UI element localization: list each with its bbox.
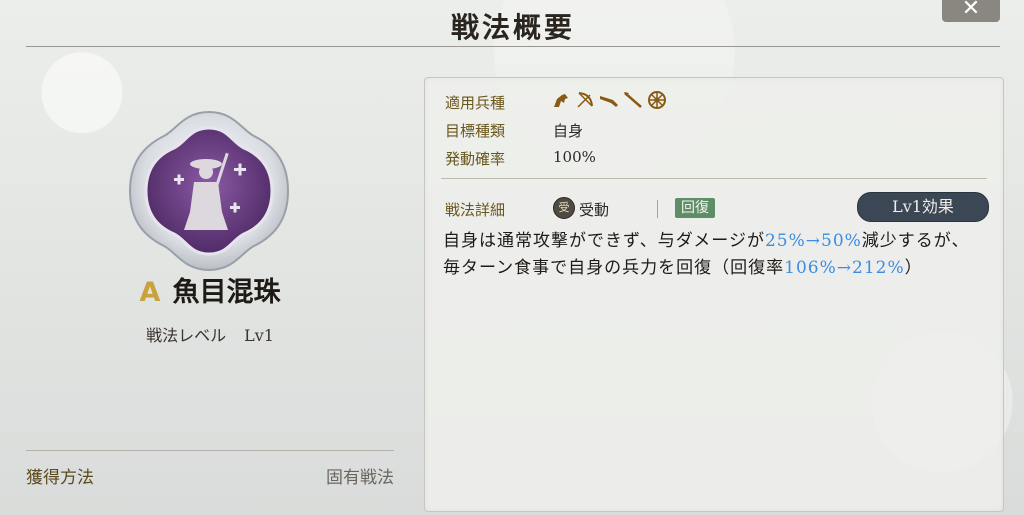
unit-icons bbox=[551, 90, 667, 110]
separator bbox=[657, 200, 658, 218]
detail-label: 戦法詳細 bbox=[445, 201, 506, 219]
chance-value: 100% bbox=[553, 148, 596, 166]
skill-emblem-icon bbox=[128, 110, 290, 272]
chance-label: 発動確率 bbox=[445, 150, 506, 168]
skill-name-row: A 魚目混珠 bbox=[100, 270, 320, 309]
siege-icon bbox=[648, 91, 666, 109]
skill-name: 魚目混珠 bbox=[172, 277, 281, 308]
desc-highlight-1: 25%→50% bbox=[764, 231, 862, 251]
skill-description: 自身は通常攻撃ができず、与ダメージが25%→50%減少するが、毎ターン食事で自身… bbox=[443, 228, 983, 282]
archer-icon bbox=[577, 92, 593, 108]
desc-text-1: 自身は通常攻撃ができず、与ダメージが bbox=[443, 231, 765, 251]
skill-level-row: 戦法レベル Lv1 bbox=[100, 322, 320, 346]
desc-text-3: ） bbox=[904, 258, 923, 278]
gunner-icon bbox=[600, 96, 618, 107]
passive-icon: 受 bbox=[553, 197, 575, 219]
heal-tag: 回復 bbox=[675, 198, 715, 218]
rank-badge: A bbox=[139, 277, 161, 308]
detail-header-row: 戦法詳細 受 受動 回復 Lv1効果 bbox=[445, 192, 989, 224]
acquire-row: 獲得方法 固有戦法 bbox=[26, 450, 394, 491]
desc-highlight-2: 106%→212% bbox=[784, 258, 905, 278]
lv-effect-button[interactable]: Lv1効果 bbox=[857, 192, 989, 222]
acquire-label: 獲得方法 bbox=[26, 468, 94, 488]
cavalry-icon bbox=[554, 94, 568, 107]
acquire-value: 固有戦法 bbox=[326, 468, 394, 488]
spear-icon bbox=[624, 92, 642, 108]
title-bar: 戦法概要 bbox=[26, 0, 1000, 47]
skill-level-label: 戦法レベル bbox=[146, 326, 227, 345]
page-title: 戦法概要 bbox=[450, 11, 575, 44]
unit-type-label: 適用兵種 bbox=[445, 94, 506, 112]
target-label: 目標種類 bbox=[445, 122, 506, 140]
divider bbox=[441, 178, 987, 179]
close-button[interactable]: ✕ bbox=[942, 0, 1000, 22]
skill-level-value: Lv1 bbox=[244, 326, 274, 345]
skill-type: 受動 bbox=[579, 201, 610, 219]
skill-detail-panel: 適用兵種 目標種類 自身 発動確率 100% 戦法詳細 受 受動 回復 Lv1効… bbox=[424, 77, 1004, 512]
target-value: 自身 bbox=[553, 122, 584, 140]
